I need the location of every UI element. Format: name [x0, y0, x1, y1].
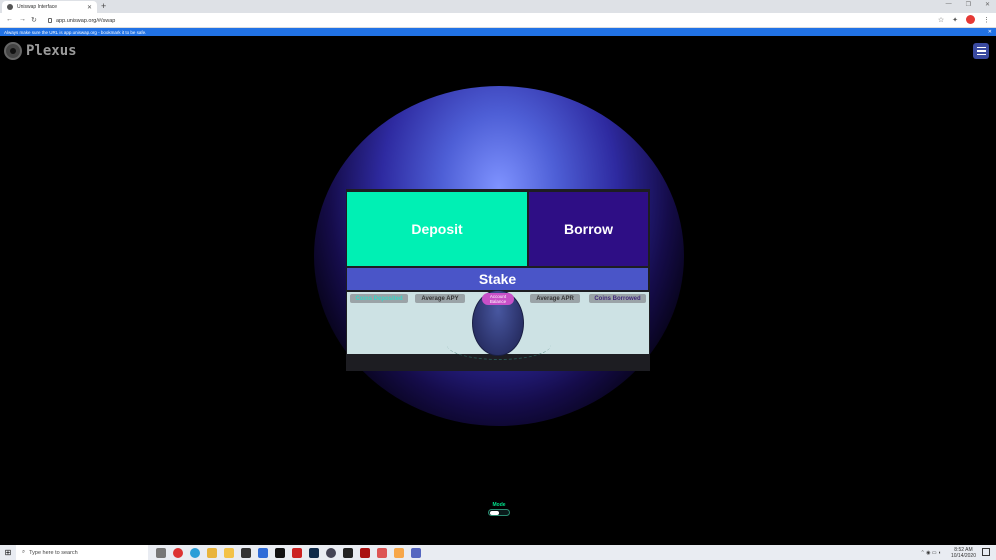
dashboard-panel: Deposit Borrow Stake Coins Deposited Ave…	[346, 189, 650, 371]
app-blue-icon[interactable]	[411, 547, 421, 558]
close-window-icon[interactable]: ✕	[985, 1, 990, 8]
file-explorer-icon[interactable]	[224, 547, 234, 558]
minimize-icon[interactable]: —	[946, 1, 952, 8]
menu-line	[976, 53, 986, 56]
restore-icon[interactable]: ❐	[966, 1, 971, 8]
app-shield-icon[interactable]	[360, 547, 370, 558]
app-active-icon[interactable]	[394, 547, 404, 558]
taskbar-apps	[156, 547, 421, 558]
extensions-icon[interactable]: ✦	[952, 16, 958, 24]
store-icon[interactable]	[241, 547, 251, 558]
coins-deposited-label: Coins Deposited	[350, 294, 408, 303]
app-cert-icon[interactable]	[377, 547, 387, 558]
uniswap-favicon-icon	[7, 4, 13, 10]
search-icon: ⌕	[22, 549, 26, 555]
search-placeholder: Type here to search	[29, 549, 78, 556]
app-circle-icon[interactable]	[326, 547, 336, 558]
task-view-icon[interactable]	[156, 547, 166, 558]
logo-text: Plexus	[26, 43, 77, 59]
average-apy-label: Average APY	[415, 294, 465, 303]
stake-button[interactable]: Stake	[347, 268, 648, 290]
menu-line	[976, 46, 986, 49]
chrome-icon[interactable]	[207, 547, 217, 558]
windows-taskbar: ⊞ ⌕ Type here to search ⌃ ◉ ▭ ◖ 8:52 AM …	[0, 545, 996, 560]
url-text: app.uniswap.org/#/swap	[56, 17, 116, 24]
plexus-logo-icon	[4, 42, 22, 60]
back-icon[interactable]: ←	[6, 16, 13, 23]
tray-icons[interactable]: ⌃ ◉ ▭ ◖	[921, 550, 941, 556]
stats-panel: Coins Deposited Average APY Account Bala…	[347, 290, 649, 360]
mode-toggle[interactable]	[488, 509, 510, 516]
banner-close-icon[interactable]: ✕	[988, 29, 992, 35]
account-balance-badge: Account Balance	[482, 293, 514, 305]
tab-uniswap[interactable]: Uniswap Interface ✕	[2, 1, 97, 13]
xbox-icon[interactable]	[275, 547, 285, 558]
deposit-button[interactable]: Deposit	[347, 192, 527, 266]
url-warning-banner: Always make sure the URL is app.uniswap.…	[0, 28, 996, 36]
edge-icon[interactable]	[190, 547, 200, 558]
terminal-icon[interactable]	[343, 547, 353, 558]
plexus-app: Plexus Deposit Borrow Stake Coins Deposi…	[0, 36, 996, 545]
browser-tab-strip: Uniswap Interface ✕ + — ❐ ✕	[0, 0, 996, 13]
tab-title: Uniswap Interface	[17, 4, 58, 10]
system-tray: ⌃ ◉ ▭ ◖ 8:52 AM 10/14/2020	[921, 547, 977, 559]
notification-icon[interactable]	[982, 548, 990, 556]
clock[interactable]: 8:52 AM 10/14/2020	[951, 547, 976, 559]
photoshop-icon[interactable]	[309, 547, 319, 558]
reload-icon[interactable]: ↻	[31, 16, 37, 24]
banner-text: Always make sure the URL is app.uniswap.…	[4, 29, 147, 35]
windows-start-icon[interactable]: ⊞	[0, 545, 16, 560]
forward-icon[interactable]: →	[19, 16, 26, 23]
browser-toolbar: ← → ↻ app.uniswap.org/#/swap ☆ ✦ ⋮	[0, 13, 996, 28]
borrow-button[interactable]: Borrow	[529, 192, 648, 266]
profile-avatar[interactable]	[966, 15, 975, 24]
lock-icon	[48, 18, 52, 23]
average-apr-label: Average APR	[530, 294, 580, 303]
new-tab-button[interactable]: +	[101, 1, 106, 11]
window-controls: — ❐ ✕	[946, 1, 990, 8]
toolbar-actions: ☆ ✦ ⋮	[938, 15, 990, 24]
mail-icon[interactable]	[258, 547, 268, 558]
browser-menu-icon[interactable]: ⋮	[983, 16, 990, 24]
tab-close-icon[interactable]: ✕	[87, 4, 92, 11]
toggle-knob	[490, 511, 499, 515]
plexus-logo[interactable]: Plexus	[4, 42, 77, 60]
coins-borrowed-label: Coins Borrowed	[589, 294, 646, 303]
hamburger-menu-button[interactable]	[973, 43, 989, 59]
mode-label: Mode	[492, 502, 506, 508]
app-red-2-icon[interactable]	[292, 547, 302, 558]
clock-date: 10/14/2020	[950, 553, 976, 559]
app-red-icon[interactable]	[173, 547, 183, 558]
menu-line	[976, 50, 986, 52]
bookmark-star-icon[interactable]: ☆	[938, 16, 944, 24]
address-bar[interactable]: app.uniswap.org/#/swap	[44, 15, 934, 26]
taskbar-search[interactable]: ⌕ Type here to search	[16, 545, 148, 560]
